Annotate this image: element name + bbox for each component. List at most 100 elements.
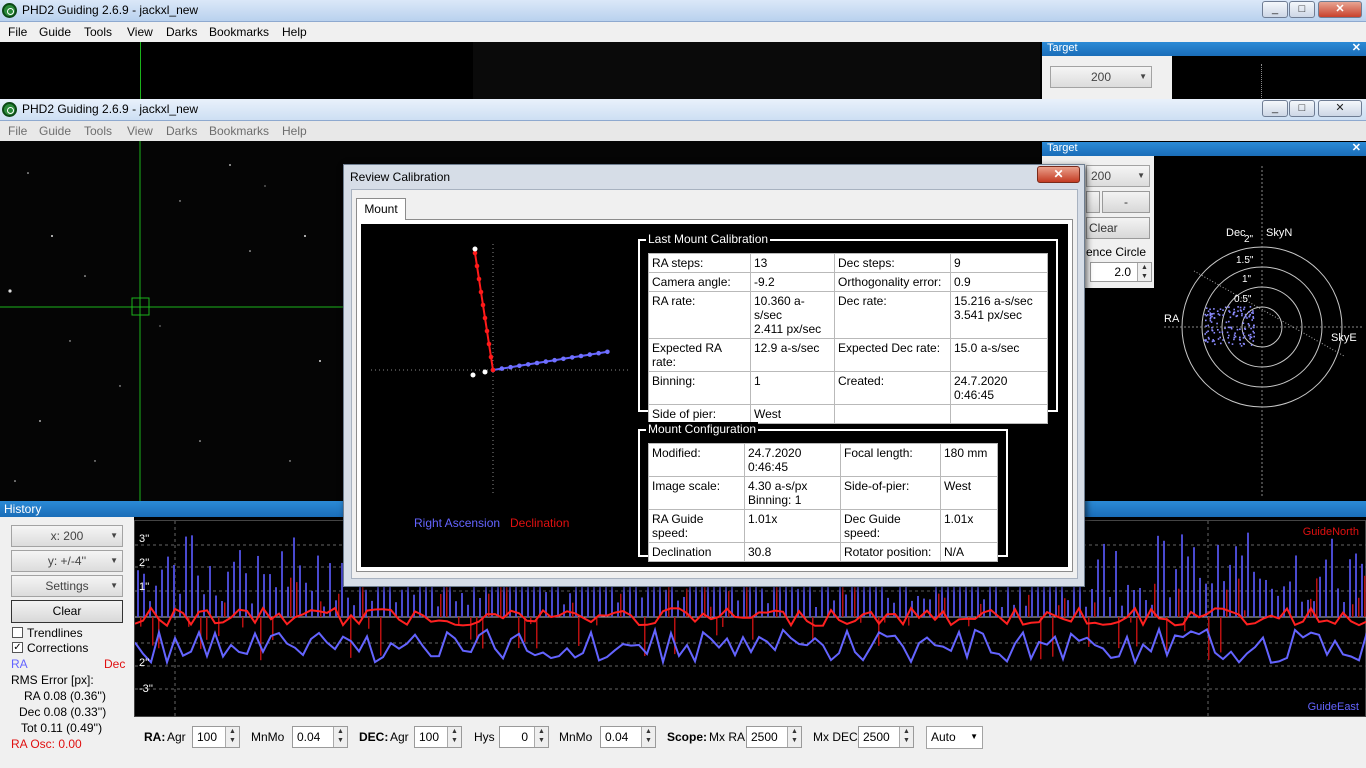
- menu-view[interactable]: View: [127, 124, 153, 138]
- spin-arrows-icon[interactable]: ▲ ▼: [225, 727, 239, 747]
- dec-params-label: DEC:: [359, 730, 389, 744]
- dec-mnmo-label: MnMo: [559, 730, 593, 744]
- table-cell: Declination: [648, 542, 745, 562]
- table-cell: -9.2: [750, 272, 835, 292]
- table-cell: RA steps:: [648, 253, 751, 273]
- rms-ra: RA 0.08 (0.36''): [24, 689, 106, 703]
- menu-view[interactable]: View: [127, 25, 153, 39]
- target-clear-button[interactable]: Clear: [1086, 217, 1150, 239]
- table-cell: Binning:: [648, 371, 751, 405]
- y-scale-combo[interactable]: y: +/-4'' ▼: [11, 550, 123, 572]
- menu-darks[interactable]: Darks: [166, 25, 197, 39]
- minimize-button[interactable]: _: [1262, 100, 1288, 117]
- tab-mount[interactable]: Mount: [356, 198, 406, 220]
- dec-mnmo-input[interactable]: 0.04 ▲ ▼: [600, 726, 656, 748]
- spin-arrows-icon[interactable]: ▲ ▼: [641, 727, 655, 747]
- dialog-title: Review Calibration: [350, 170, 451, 184]
- target-label-skyn: SkyN: [1266, 227, 1293, 239]
- back-target-pane-header: Target ✕: [1042, 42, 1366, 56]
- spin-arrows-icon[interactable]: ▲ ▼: [787, 727, 801, 747]
- table-row: Image scale: 4.30 a-s/px Binning: 1 Side-…: [648, 476, 998, 510]
- table-cell: 1: [750, 371, 835, 405]
- table-row: Expected RA rate: 12.9 a-s/sec Expected …: [648, 338, 1048, 372]
- front-window-title: PHD2 Guiding 2.6.9 - jackxl_new: [22, 102, 199, 116]
- mx-ra-input[interactable]: 2500 ▲ ▼: [746, 726, 802, 748]
- front-window-titlebar[interactable]: PHD2 Guiding 2.6.9 - jackxl_new _ □ ✕: [0, 99, 1366, 121]
- target-plus-button[interactable]: [1086, 191, 1100, 213]
- front-menubar: File Guide Tools View Darks Bookmarks He…: [0, 121, 1366, 141]
- table-row: RA rate: 10.360 a-s/sec 2.411 px/sec Dec …: [648, 291, 1048, 339]
- maximize-button[interactable]: □: [1289, 1, 1315, 18]
- review-calibration-dialog: Review Calibration ✕ Mount Right Ascensi…: [343, 164, 1085, 587]
- x-scale-value: x: 200: [50, 529, 84, 543]
- menu-help[interactable]: Help: [282, 124, 307, 138]
- menu-bookmarks[interactable]: Bookmarks: [209, 25, 269, 39]
- ra-agr-input[interactable]: 100 ▲ ▼: [192, 726, 240, 748]
- reference-circle-input[interactable]: 2.0 ▲ ▼: [1090, 262, 1152, 282]
- history-clear-button[interactable]: Clear: [11, 600, 123, 623]
- table-cell: 0.9: [950, 272, 1048, 292]
- rms-tot: Tot 0.11 (0.49''): [21, 721, 103, 735]
- minimize-button[interactable]: _: [1262, 1, 1288, 18]
- close-button[interactable]: ✕: [1318, 1, 1362, 18]
- phd2-app-icon: [2, 3, 17, 18]
- back-window-titlebar[interactable]: PHD2 Guiding 2.6.9 - jackxl_new _ □ ✕: [0, 0, 1366, 22]
- target-scale-combo[interactable]: 200 ▼: [1086, 165, 1150, 187]
- status-bar: [0, 758, 1366, 768]
- menu-guide[interactable]: Guide: [39, 124, 71, 138]
- table-cell: Dec Guide speed:: [840, 509, 941, 543]
- algorithm-select[interactable]: Auto ▼: [926, 726, 983, 749]
- menu-tools[interactable]: Tools: [84, 25, 112, 39]
- table-cell: 4.30 a-s/px Binning: 1: [744, 476, 841, 510]
- table-cell: [950, 404, 1048, 424]
- x-scale-combo[interactable]: x: 200 ▼: [11, 525, 123, 547]
- menu-help[interactable]: Help: [282, 25, 307, 39]
- guide-north-label: GuideNorth: [1302, 526, 1359, 538]
- close-button[interactable]: ✕: [1318, 100, 1362, 117]
- table-cell: Created:: [834, 371, 951, 405]
- mount-configuration-title: Mount Configuration: [646, 422, 759, 436]
- hys-input[interactable]: 0 ▲ ▼: [499, 726, 549, 748]
- table-cell: Side of pier:: [648, 404, 751, 424]
- back-window-title: PHD2 Guiding 2.6.9 - jackxl_new: [22, 3, 199, 17]
- ra-rate-as: 10.360 a-s/sec: [754, 294, 805, 322]
- calibration-plot: [371, 244, 631, 496]
- menu-tools[interactable]: Tools: [84, 124, 112, 138]
- mx-dec-input[interactable]: 2500 ▲ ▼: [858, 726, 914, 748]
- table-cell: 15.0 a-s/sec: [950, 338, 1048, 372]
- spin-arrows-icon[interactable]: ▲ ▼: [1137, 263, 1151, 281]
- chevron-down-icon: ▼: [1139, 72, 1147, 81]
- binning-value: Binning: 1: [748, 493, 802, 507]
- dialog-close-button[interactable]: ✕: [1037, 166, 1080, 183]
- spin-arrows-icon[interactable]: ▲ ▼: [447, 727, 461, 747]
- table-cell: 180 mm: [940, 443, 998, 477]
- chevron-down-icon: ▼: [970, 732, 978, 741]
- back-target-canvas: [1172, 56, 1366, 100]
- menu-darks[interactable]: Darks: [166, 124, 197, 138]
- menu-guide[interactable]: Guide: [39, 25, 71, 39]
- table-cell: RA rate:: [648, 291, 751, 339]
- table-cell: 10.360 a-s/sec 2.411 px/sec: [750, 291, 835, 339]
- spin-arrows-icon[interactable]: ▲ ▼: [534, 727, 548, 747]
- back-camera-view[interactable]: [0, 42, 1040, 100]
- back-target-close-icon[interactable]: ✕: [1352, 41, 1361, 54]
- spin-arrows-icon[interactable]: ▲ ▼: [333, 727, 347, 747]
- menu-file[interactable]: File: [8, 124, 27, 138]
- target-minus-button[interactable]: -: [1102, 191, 1150, 213]
- target-pane-header: Target ✕: [1042, 142, 1366, 156]
- target-close-icon[interactable]: ✕: [1352, 141, 1361, 154]
- table-row: Side of pier: West: [648, 404, 1048, 424]
- menu-bookmarks[interactable]: Bookmarks: [209, 124, 269, 138]
- ra-mnmo-input[interactable]: 0.04 ▲ ▼: [292, 726, 348, 748]
- spin-arrows-icon[interactable]: ▲ ▼: [899, 727, 913, 747]
- ra-agr-value: 100: [197, 730, 218, 744]
- y-tick-minus-2: 2'': [139, 657, 150, 669]
- settings-label: Settings: [45, 579, 89, 593]
- corrections-checkbox[interactable]: ✓: [12, 642, 23, 653]
- menu-file[interactable]: File: [8, 25, 27, 39]
- back-target-scale-combo[interactable]: 200 ▼: [1050, 66, 1152, 88]
- settings-combo[interactable]: Settings ▼: [11, 575, 123, 597]
- dec-agr-input[interactable]: 100 ▲ ▼: [414, 726, 462, 748]
- trendlines-checkbox[interactable]: [12, 627, 23, 638]
- maximize-button[interactable]: □: [1289, 100, 1315, 117]
